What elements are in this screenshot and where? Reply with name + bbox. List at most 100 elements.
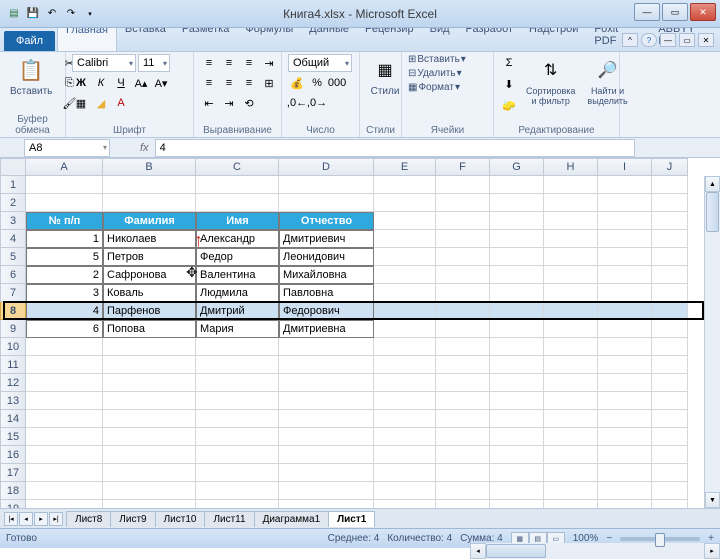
cell[interactable]: [436, 176, 490, 194]
col-header-G[interactable]: G: [490, 158, 544, 176]
cell[interactable]: [598, 500, 652, 508]
cell[interactable]: [598, 248, 652, 266]
cell[interactable]: [598, 212, 652, 230]
increase-decimal-button[interactable]: ,0←: [288, 94, 306, 112]
cell[interactable]: [103, 356, 196, 374]
cell[interactable]: [103, 446, 196, 464]
cell[interactable]: [544, 284, 598, 302]
delete-cells-button[interactable]: ⊟Удалить ▾: [408, 68, 462, 79]
cell[interactable]: [374, 356, 436, 374]
cell[interactable]: Коваль: [103, 284, 196, 302]
ribbon-minimize-button[interactable]: ^: [622, 33, 638, 47]
cell[interactable]: [436, 374, 490, 392]
cell[interactable]: [598, 338, 652, 356]
decrease-font-button[interactable]: A▾: [152, 74, 170, 92]
cell[interactable]: Федор: [196, 248, 279, 266]
cell[interactable]: [436, 284, 490, 302]
cell[interactable]: [652, 392, 688, 410]
tab-nav-prev-button[interactable]: ◂: [19, 512, 33, 526]
cell[interactable]: [279, 482, 374, 500]
row-header[interactable]: 4: [0, 230, 26, 248]
cell[interactable]: [279, 374, 374, 392]
cell[interactable]: [490, 392, 544, 410]
align-left-button[interactable]: ≡: [200, 74, 218, 92]
currency-button[interactable]: 💰: [288, 74, 306, 92]
cell[interactable]: [436, 248, 490, 266]
cell[interactable]: [436, 302, 490, 320]
cell[interactable]: [598, 266, 652, 284]
cell[interactable]: [652, 482, 688, 500]
cell[interactable]: [436, 230, 490, 248]
cell[interactable]: [598, 410, 652, 428]
cell[interactable]: [490, 410, 544, 428]
cell[interactable]: Парфенов: [103, 302, 196, 320]
scroll-up-button[interactable]: ▲: [705, 176, 720, 192]
cell[interactable]: [103, 374, 196, 392]
sheet-tab[interactable]: Лист9: [110, 511, 155, 527]
cell[interactable]: [26, 194, 103, 212]
row-header[interactable]: 19: [0, 500, 26, 508]
cell[interactable]: [26, 338, 103, 356]
cell[interactable]: [598, 284, 652, 302]
cell[interactable]: [544, 212, 598, 230]
horizontal-scrollbar[interactable]: ◂ ▸: [470, 543, 720, 559]
cell[interactable]: [490, 338, 544, 356]
orientation-button[interactable]: ⟲: [240, 94, 258, 112]
cell[interactable]: [26, 500, 103, 508]
cell[interactable]: Павловна: [279, 284, 374, 302]
cell[interactable]: [544, 248, 598, 266]
cell[interactable]: [374, 302, 436, 320]
font-color-button[interactable]: A: [112, 94, 130, 112]
cell[interactable]: [652, 500, 688, 508]
increase-indent-button[interactable]: ⇥: [220, 94, 238, 112]
row-header[interactable]: 7: [0, 284, 26, 302]
cell[interactable]: [544, 302, 598, 320]
borders-button[interactable]: ▦: [72, 94, 90, 112]
cell[interactable]: [374, 320, 436, 338]
cell[interactable]: Михайловна: [279, 266, 374, 284]
cell[interactable]: Александр: [196, 230, 279, 248]
worksheet-grid[interactable]: ABCDEFGHIJ 123№ п/пФамилияИмяОтчество41Н…: [0, 158, 720, 508]
cell[interactable]: [26, 392, 103, 410]
cell[interactable]: [196, 446, 279, 464]
cell[interactable]: [436, 446, 490, 464]
redo-icon[interactable]: ↷: [63, 6, 79, 22]
cell[interactable]: [436, 392, 490, 410]
cell[interactable]: [374, 194, 436, 212]
autosum-button[interactable]: Σ: [500, 54, 518, 72]
col-header-J[interactable]: J: [652, 158, 688, 176]
col-header-F[interactable]: F: [436, 158, 490, 176]
cell[interactable]: [103, 176, 196, 194]
sheet-tab[interactable]: Лист11: [204, 511, 254, 527]
col-header-H[interactable]: H: [544, 158, 598, 176]
sheet-tab[interactable]: Лист10: [155, 511, 206, 527]
col-header-A[interactable]: A: [26, 158, 103, 176]
cell[interactable]: [196, 374, 279, 392]
cell[interactable]: [279, 410, 374, 428]
cell[interactable]: [544, 500, 598, 508]
cell[interactable]: Дмитриевна: [279, 320, 374, 338]
cell[interactable]: [374, 284, 436, 302]
select-all-corner[interactable]: [0, 158, 26, 176]
cell[interactable]: Валентина: [196, 266, 279, 284]
cell[interactable]: [374, 410, 436, 428]
cell[interactable]: [374, 464, 436, 482]
cell[interactable]: [196, 338, 279, 356]
cell[interactable]: [374, 248, 436, 266]
row-header[interactable]: 15: [0, 428, 26, 446]
cell[interactable]: [374, 482, 436, 500]
cell[interactable]: [490, 374, 544, 392]
undo-icon[interactable]: ↶: [44, 6, 60, 22]
cell[interactable]: [436, 500, 490, 508]
cell[interactable]: [279, 176, 374, 194]
cell[interactable]: [544, 320, 598, 338]
cell[interactable]: [196, 482, 279, 500]
cell[interactable]: [103, 482, 196, 500]
italic-button[interactable]: К: [92, 74, 110, 92]
cell[interactable]: Леонидович: [279, 248, 374, 266]
cell[interactable]: [436, 194, 490, 212]
qat-customize-icon[interactable]: ▾: [82, 6, 98, 22]
cell[interactable]: [490, 284, 544, 302]
cell[interactable]: [598, 446, 652, 464]
cell[interactable]: [544, 266, 598, 284]
